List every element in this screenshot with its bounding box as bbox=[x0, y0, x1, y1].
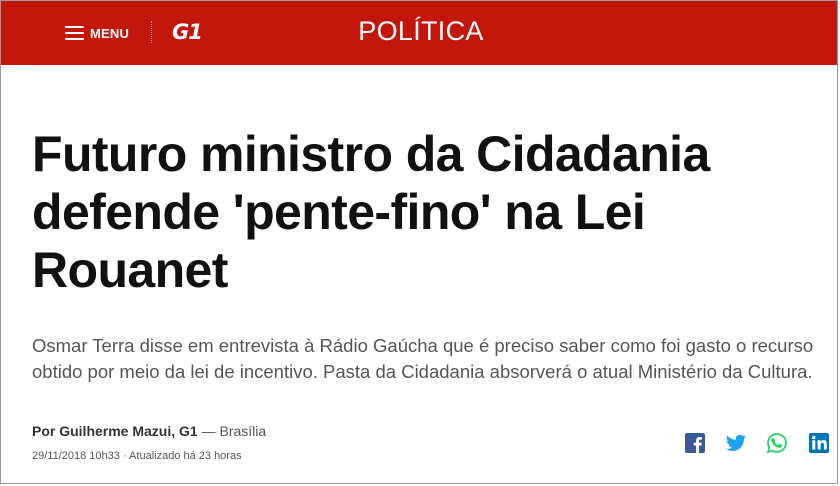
share-linkedin-button[interactable] bbox=[808, 432, 830, 454]
byline-author: Por Guilherme Mazui, G1 bbox=[32, 423, 198, 439]
linkedin-icon bbox=[809, 433, 829, 453]
section-title[interactable]: POLÍTICA bbox=[1, 16, 840, 47]
top-bar: MENU G1 POLÍTICA bbox=[1, 1, 837, 65]
updated-time: · Atualizado há 23 horas bbox=[119, 450, 242, 462]
dateline: 29/11/2018 10h33 · Atualizado há 23 hora… bbox=[32, 450, 242, 462]
share-whatsapp-button[interactable] bbox=[766, 432, 788, 454]
byline: Por Guilherme Mazui, G1 — Brasília bbox=[32, 423, 266, 439]
share-twitter-button[interactable] bbox=[725, 432, 747, 454]
facebook-icon bbox=[685, 433, 705, 453]
publish-date: 29/11/2018 10h33 bbox=[32, 450, 120, 462]
article-subtitle: Osmar Terra disse em entrevista à Rádio … bbox=[32, 335, 814, 382]
share-facebook-button[interactable] bbox=[684, 432, 706, 454]
article-headline: Futuro ministro da Cidadania defende 'pe… bbox=[32, 126, 710, 298]
twitter-icon bbox=[725, 434, 747, 451]
byline-location: — Brasília bbox=[197, 423, 267, 439]
whatsapp-icon bbox=[766, 433, 787, 454]
